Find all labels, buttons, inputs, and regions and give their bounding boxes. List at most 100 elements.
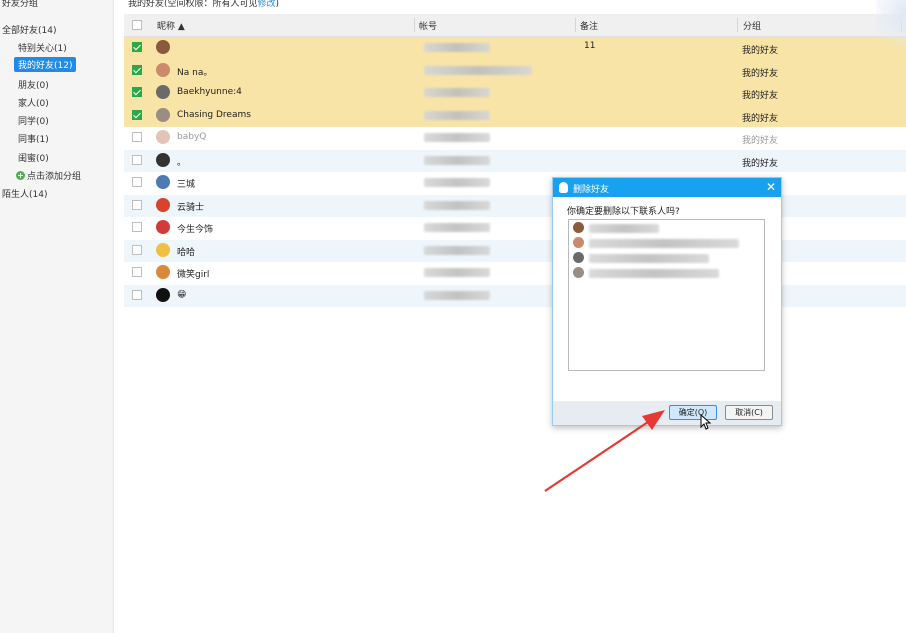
row-checkbox[interactable] bbox=[132, 222, 142, 232]
account-blurred bbox=[424, 88, 490, 97]
row-checkbox[interactable] bbox=[132, 109, 142, 120]
column-divider[interactable] bbox=[414, 18, 415, 32]
avatar bbox=[573, 252, 584, 263]
dialog-titlebar: 删除好友 ✕ bbox=[553, 178, 781, 197]
row-nickname: 。 bbox=[177, 157, 187, 168]
table-row[interactable]: 云骑士 bbox=[124, 194, 906, 217]
account-blurred bbox=[424, 65, 532, 75]
table-row[interactable]: 😁 bbox=[124, 284, 906, 307]
account-blurred bbox=[424, 43, 490, 52]
avatar bbox=[156, 85, 170, 99]
column-nick[interactable]: 昵称 ▲ bbox=[157, 19, 185, 32]
avatar bbox=[156, 242, 170, 257]
contact-name-blurred bbox=[589, 224, 659, 233]
avatar bbox=[156, 40, 170, 54]
close-icon[interactable]: ✕ bbox=[766, 180, 776, 194]
row-checkbox[interactable] bbox=[132, 87, 142, 97]
column-remark[interactable]: 备注 bbox=[580, 19, 598, 32]
sidebar-item-special-care[interactable]: 特别关心(1) bbox=[18, 41, 67, 54]
row-group: 我的好友 bbox=[742, 68, 779, 79]
column-account[interactable]: 帐号 bbox=[419, 19, 437, 32]
table-row[interactable]: Chasing Dreams 我的好友 bbox=[124, 104, 906, 127]
avatar bbox=[156, 152, 170, 167]
row-nickname: Baekhyunne:4 bbox=[177, 87, 242, 97]
table-row[interactable]: 。 我的好友 bbox=[124, 149, 906, 172]
group-permission-hint: 我的好友(空间权限：所有人可见修改) bbox=[128, 0, 279, 9]
row-checkbox[interactable] bbox=[132, 244, 142, 255]
row-group: 我的好友 bbox=[742, 113, 779, 124]
hint-close: ) bbox=[275, 0, 280, 9]
sidebar-item-besties[interactable]: 闺蜜(0) bbox=[18, 151, 49, 164]
sidebar-item-friends[interactable]: 朋友(0) bbox=[18, 78, 49, 91]
table-row[interactable]: Na na。 我的好友 bbox=[124, 59, 906, 82]
contact-list[interactable] bbox=[568, 219, 765, 371]
qq-penguin-icon bbox=[559, 182, 568, 193]
sidebar-title: 好友分组 bbox=[2, 0, 39, 9]
row-nickname: Na na。 bbox=[177, 67, 213, 78]
sidebar-item-strangers[interactable]: 陌生人(14) bbox=[2, 187, 47, 200]
row-checkbox[interactable] bbox=[132, 267, 142, 277]
column-divider[interactable] bbox=[575, 18, 576, 32]
table-row[interactable]: 三城 bbox=[124, 172, 906, 195]
group-sidebar: 好友分组 全部好友(14) 特别关心(1) 我的好友(12) 朋友(0) 家人(… bbox=[0, 0, 114, 633]
sidebar-item-colleagues[interactable]: 同事(1) bbox=[18, 132, 49, 145]
corner-decoration bbox=[876, 0, 906, 60]
row-checkbox[interactable] bbox=[132, 177, 142, 187]
contact-name-blurred bbox=[589, 254, 709, 263]
mouse-cursor-icon bbox=[700, 414, 712, 430]
arrow-shaft bbox=[544, 421, 649, 492]
add-group-label: 点击添加分组 bbox=[27, 172, 82, 182]
row-checkbox[interactable] bbox=[132, 199, 142, 210]
account-blurred bbox=[424, 155, 490, 165]
row-nickname: Chasing Dreams bbox=[177, 109, 251, 120]
table-row[interactable]: 哈哈 bbox=[124, 239, 906, 262]
avatar bbox=[573, 237, 584, 248]
row-checkbox[interactable] bbox=[132, 64, 142, 75]
table-row[interactable]: 微笑girl bbox=[124, 262, 906, 285]
sidebar-item-classmates[interactable]: 同学(0) bbox=[18, 114, 49, 127]
sidebar-item-family[interactable]: 家人(0) bbox=[18, 96, 49, 109]
column-divider[interactable] bbox=[737, 18, 738, 32]
avatar bbox=[156, 107, 170, 122]
account-blurred bbox=[424, 223, 490, 232]
sidebar-item-all-friends[interactable]: 全部好友(14) bbox=[2, 23, 56, 36]
account-blurred bbox=[424, 110, 490, 120]
avatar bbox=[156, 175, 170, 189]
select-all-checkbox[interactable] bbox=[132, 20, 142, 30]
row-checkbox[interactable] bbox=[132, 132, 142, 142]
dialog-footer: 确定(O) 取消(C) bbox=[553, 401, 781, 425]
row-checkbox[interactable] bbox=[132, 289, 142, 300]
row-nickname: 三城 bbox=[177, 180, 196, 190]
table-row[interactable]: 11 我的好友 bbox=[124, 37, 906, 60]
row-checkbox[interactable] bbox=[132, 154, 142, 165]
account-blurred bbox=[424, 268, 490, 277]
table-row[interactable]: Baekhyunne:4 我的好友 bbox=[124, 82, 906, 105]
friend-table: 昵称 ▲ 帐号 备注 分组 11 我的好友 Na na。 我的好友 Baekhyunne… bbox=[124, 14, 906, 307]
hint-text: 我的好友(空间权限：所有人可见 bbox=[128, 0, 258, 9]
column-group[interactable]: 分组 bbox=[743, 19, 761, 32]
dialog-title: 删除好友 bbox=[573, 185, 610, 195]
account-blurred bbox=[424, 245, 490, 255]
table-body: 11 我的好友 Na na。 我的好友 Baekhyunne:4 我的好友 Chasing … bbox=[124, 37, 906, 307]
table-row[interactable]: 今生今饰 bbox=[124, 217, 906, 240]
dialog-question: 你确定要删除以下联系人吗? bbox=[567, 207, 680, 217]
avatar bbox=[573, 222, 584, 233]
table-row[interactable]: babyQ 我的好友 bbox=[124, 127, 906, 150]
modify-link[interactable]: 修改 bbox=[258, 0, 276, 9]
account-blurred bbox=[424, 133, 490, 142]
add-group-button[interactable]: 点击添加分组 bbox=[16, 169, 81, 182]
table-header: 昵称 ▲ 帐号 备注 分组 bbox=[124, 14, 906, 37]
sidebar-item-my-friends[interactable]: 我的好友(12) bbox=[14, 57, 77, 72]
row-nickname: babyQ bbox=[177, 132, 207, 142]
avatar bbox=[156, 197, 170, 212]
row-checkbox[interactable] bbox=[132, 42, 142, 52]
avatar bbox=[156, 220, 170, 234]
row-nickname: 微笑girl bbox=[177, 270, 210, 280]
account-blurred bbox=[424, 290, 490, 300]
cancel-button[interactable]: 取消(C) bbox=[725, 405, 773, 420]
row-nickname: 哈哈 bbox=[177, 247, 196, 258]
contact-name-blurred bbox=[589, 269, 719, 278]
contact-name-blurred bbox=[589, 239, 739, 248]
plus-icon bbox=[16, 171, 25, 180]
row-group: 我的好友 bbox=[742, 91, 779, 101]
